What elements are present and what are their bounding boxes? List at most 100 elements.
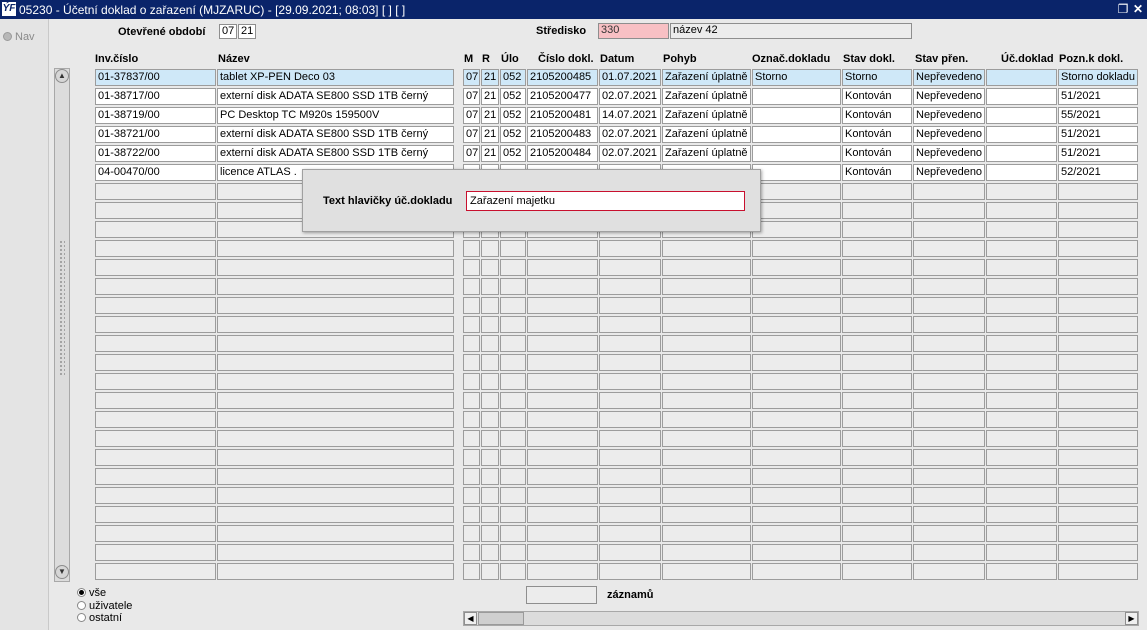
cell-m[interactable] (463, 297, 480, 314)
cell-r[interactable] (481, 335, 499, 352)
header-text-input[interactable]: Zařazení majetku (466, 191, 745, 211)
cell-stav-pren[interactable] (913, 183, 985, 200)
cell-cislo-dokl[interactable] (527, 544, 598, 561)
cell-uc-doklad[interactable] (986, 164, 1057, 181)
cell-cislo-dokl[interactable] (527, 449, 598, 466)
column-header-pozn-k-dokl[interactable]: Pozn.k dokl. (1059, 53, 1123, 65)
cell-oznac-dokladu[interactable] (752, 183, 841, 200)
cell-ulo[interactable] (500, 240, 526, 257)
cell-uc-doklad[interactable] (986, 316, 1057, 333)
cell-pozn-k-dokl[interactable] (1058, 468, 1138, 485)
cell-inv-cislo[interactable] (95, 297, 216, 314)
cell-r[interactable] (481, 392, 499, 409)
cell-ulo[interactable] (500, 297, 526, 314)
cell-r[interactable] (481, 297, 499, 314)
cell-nazev[interactable] (217, 563, 454, 580)
cell-stav-pren[interactable] (913, 297, 985, 314)
cell-m[interactable]: 07 (463, 145, 480, 162)
cell-oznac-dokladu[interactable] (752, 392, 841, 409)
cell-stav-pren[interactable] (913, 354, 985, 371)
cell-pozn-k-dokl[interactable] (1058, 563, 1138, 580)
cell-m[interactable] (463, 506, 480, 523)
cell-r[interactable] (481, 354, 499, 371)
cell-ulo[interactable] (500, 487, 526, 504)
cell-uc-doklad[interactable] (986, 544, 1057, 561)
column-header-stav-pren[interactable]: Stav přen. (915, 53, 968, 65)
cell-r[interactable] (481, 468, 499, 485)
cell-inv-cislo[interactable]: 01-37837/00 (95, 69, 216, 86)
cell-oznac-dokladu[interactable] (752, 430, 841, 447)
cell-pohyb[interactable] (662, 487, 751, 504)
cell-datum[interactable] (599, 525, 661, 542)
cell-uc-doklad[interactable] (986, 411, 1057, 428)
close-icon[interactable]: ✕ (1131, 2, 1145, 16)
cell-stav-dokl[interactable] (842, 202, 912, 219)
filter-user-radio[interactable] (77, 601, 86, 610)
cell-oznac-dokladu[interactable] (752, 487, 841, 504)
cell-cislo-dokl[interactable]: 2105200477 (527, 88, 598, 105)
cell-m[interactable] (463, 563, 480, 580)
cell-inv-cislo[interactable] (95, 335, 216, 352)
cell-pozn-k-dokl[interactable]: 51/2021 (1058, 126, 1138, 143)
cell-cislo-dokl[interactable]: 2105200484 (527, 145, 598, 162)
cell-pozn-k-dokl[interactable]: 51/2021 (1058, 145, 1138, 162)
cell-inv-cislo[interactable]: 01-38719/00 (95, 107, 216, 124)
cell-nazev[interactable] (217, 525, 454, 542)
cell-inv-cislo[interactable] (95, 506, 216, 523)
cell-oznac-dokladu[interactable] (752, 373, 841, 390)
cell-cislo-dokl[interactable] (527, 354, 598, 371)
cell-pohyb[interactable] (662, 468, 751, 485)
scroll-grip[interactable] (59, 240, 65, 375)
cell-datum[interactable] (599, 316, 661, 333)
cell-pohyb[interactable] (662, 373, 751, 390)
cell-stav-dokl[interactable] (842, 449, 912, 466)
cell-inv-cislo[interactable] (95, 525, 216, 542)
cell-uc-doklad[interactable] (986, 259, 1057, 276)
cell-nazev[interactable] (217, 259, 454, 276)
cell-datum[interactable] (599, 278, 661, 295)
cell-uc-doklad[interactable] (986, 487, 1057, 504)
cell-stav-dokl[interactable] (842, 221, 912, 238)
cell-pohyb[interactable]: Zařazení úplatně (662, 69, 751, 86)
cell-datum[interactable] (599, 411, 661, 428)
cell-stav-pren[interactable] (913, 202, 985, 219)
cell-stav-dokl[interactable]: Kontován (842, 145, 912, 162)
cell-inv-cislo[interactable] (95, 373, 216, 390)
cell-ulo[interactable] (500, 392, 526, 409)
cell-datum[interactable]: 02.07.2021 (599, 88, 661, 105)
cell-nazev[interactable] (217, 506, 454, 523)
cell-ulo[interactable] (500, 563, 526, 580)
cell-inv-cislo[interactable] (95, 487, 216, 504)
column-header-r[interactable]: R (482, 53, 490, 65)
cell-cislo-dokl[interactable] (527, 373, 598, 390)
cell-pozn-k-dokl[interactable] (1058, 278, 1138, 295)
cell-stav-pren[interactable] (913, 525, 985, 542)
cell-pozn-k-dokl[interactable] (1058, 259, 1138, 276)
cell-nazev[interactable] (217, 373, 454, 390)
cell-stav-dokl[interactable]: Kontován (842, 164, 912, 181)
cell-pozn-k-dokl[interactable] (1058, 430, 1138, 447)
cell-stav-dokl[interactable] (842, 316, 912, 333)
cell-stav-pren[interactable] (913, 335, 985, 352)
cell-pohyb[interactable] (662, 449, 751, 466)
cell-uc-doklad[interactable] (986, 297, 1057, 314)
cell-pohyb[interactable] (662, 278, 751, 295)
cell-oznac-dokladu[interactable] (752, 468, 841, 485)
cell-stav-dokl[interactable] (842, 411, 912, 428)
cell-m[interactable] (463, 316, 480, 333)
cell-pozn-k-dokl[interactable] (1058, 202, 1138, 219)
cell-cislo-dokl[interactable] (527, 506, 598, 523)
cell-pozn-k-dokl[interactable] (1058, 525, 1138, 542)
cell-pohyb[interactable] (662, 335, 751, 352)
cell-ulo[interactable] (500, 430, 526, 447)
cell-nazev[interactable] (217, 449, 454, 466)
column-header-uc-doklad[interactable]: Úč.doklad (1001, 53, 1054, 65)
cell-datum[interactable] (599, 468, 661, 485)
cell-stav-dokl[interactable] (842, 259, 912, 276)
cell-oznac-dokladu[interactable] (752, 107, 841, 124)
cell-stav-pren[interactable] (913, 259, 985, 276)
cell-r[interactable] (481, 259, 499, 276)
cell-uc-doklad[interactable] (986, 126, 1057, 143)
period-year-field[interactable]: 21 (238, 24, 256, 39)
cell-pohyb[interactable] (662, 316, 751, 333)
